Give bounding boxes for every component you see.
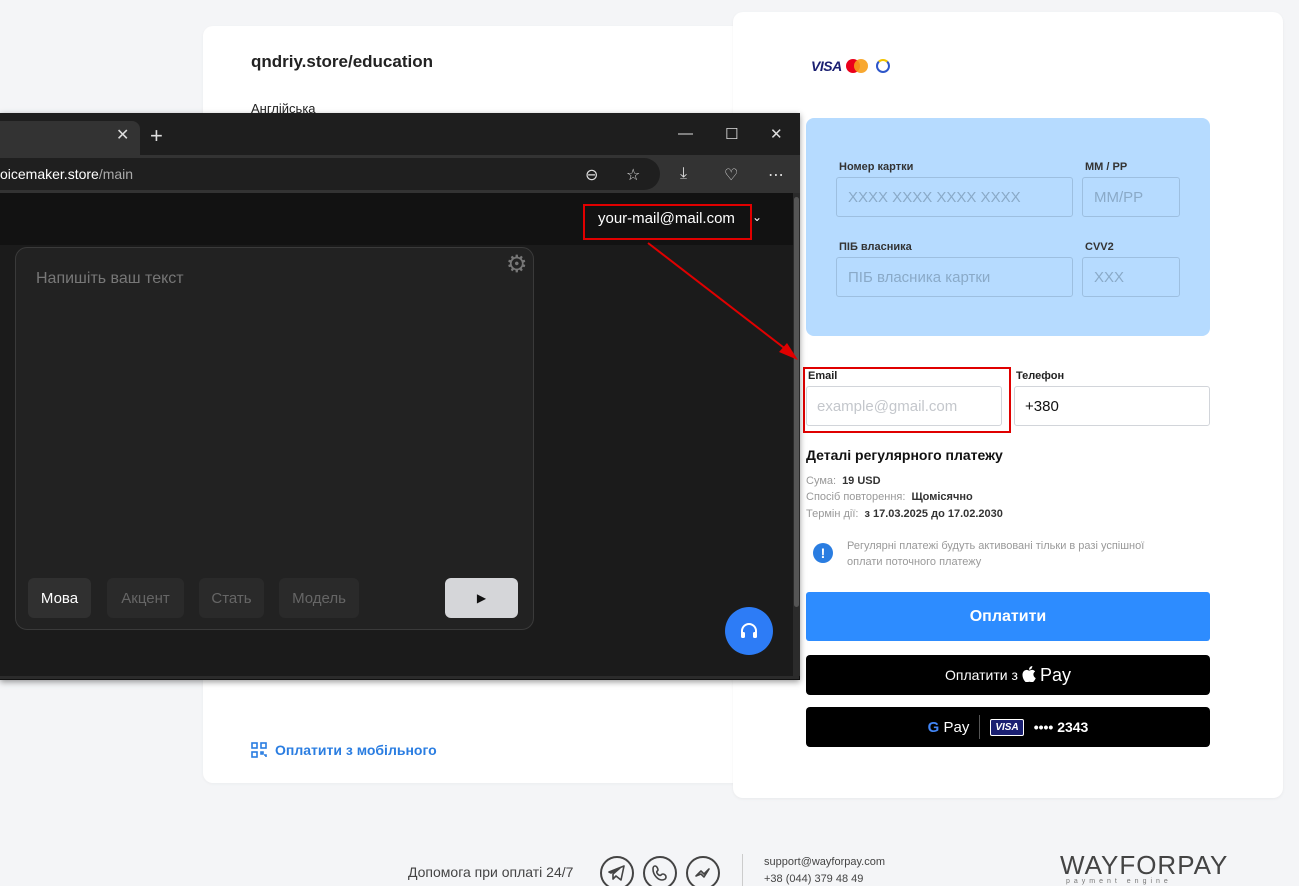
term-row: Термін дії: з 17.03.2025 до 17.02.2030 [806, 508, 1003, 520]
headset-icon [741, 623, 757, 638]
wayforpay-logo: WAYFORPAY [1060, 850, 1229, 880]
recurring-notice: ! Регулярні платежі будуть активовані ті… [813, 538, 1173, 570]
prostir-logo [875, 59, 890, 73]
google-pay-divider [979, 715, 981, 739]
download-icon[interactable]: ⤓ [680, 165, 687, 183]
cvv-input[interactable]: XXX [1082, 257, 1180, 297]
visa-logo: VISA [811, 58, 842, 74]
footer-social-icons [600, 856, 720, 886]
apple-pay-word: Pay [1039, 664, 1071, 685]
apple-pay-prefix: Оплатити з [945, 667, 1018, 683]
support-headset-button[interactable] [725, 607, 773, 655]
qr-code-icon [251, 742, 267, 758]
url-path: /main [98, 166, 134, 182]
app-header: your-mail@mail.com ⌄ [0, 193, 793, 245]
masked-card-number: •••• 2343 [1033, 719, 1089, 735]
pay-from-mobile-label: Оплатити з мобільного [275, 742, 437, 758]
scroll-thumb[interactable] [794, 197, 799, 607]
chevron-down-icon[interactable]: ⌄ [752, 210, 762, 224]
notice-text: Регулярні платежі будуть активовані тіль… [847, 540, 1145, 568]
term-label: Термін дії: [806, 508, 859, 520]
close-window-icon[interactable]: ✕ [770, 125, 783, 143]
editor-placeholder: Напишіть ваш текст [36, 270, 184, 287]
card-holder-input[interactable]: ПІБ власника картки [836, 257, 1073, 297]
address-bar[interactable]: oicemaker.store/main [0, 158, 660, 190]
google-g-icon: G [927, 718, 940, 736]
url-host: oicemaker.store [0, 166, 99, 182]
footer-separator [742, 854, 743, 886]
card-details-panel: Номер картки XXXX XXXX XXXX XXXX ММ / РР… [806, 118, 1210, 336]
play-button[interactable]: ▶ [445, 578, 518, 618]
support-email[interactable]: support@wayforpay.com [764, 856, 885, 868]
language-button[interactable]: Мова [28, 578, 91, 618]
user-email-highlight-box [583, 204, 752, 240]
text-editor[interactable]: Напишіть ваш текст ⚙ Мова Акцент Стать М… [15, 247, 534, 630]
gender-button[interactable]: Стать [199, 578, 264, 618]
email-highlight-box [803, 367, 1011, 433]
maximize-icon[interactable]: ☐ [725, 125, 738, 143]
pay-from-mobile-link[interactable]: Оплатити з мобільного [251, 742, 437, 758]
favorite-star-icon[interactable]: ☆ [626, 165, 640, 185]
app-scrollbar[interactable] [793, 193, 800, 676]
card-brand-logos: VISA [811, 58, 890, 74]
repeat-label: Спосіб повторення: [806, 491, 906, 503]
visa-chip: VISA [990, 718, 1024, 736]
amount-row: Сума: 19 USD [806, 475, 881, 487]
viber-icon[interactable] [643, 856, 677, 886]
gear-icon[interactable]: ⚙ [506, 250, 528, 279]
exclamation-icon: ! [813, 543, 833, 563]
payment-card: VISA Номер картки XXXX XXXX XXXX XXXX ММ… [733, 12, 1283, 798]
google-pay-word: Pay [943, 718, 970, 736]
phone-label: Телефон [1016, 370, 1065, 382]
google-pay-logo: G Pay [928, 719, 970, 736]
card-holder-label: ПІБ власника [839, 241, 912, 253]
new-tab-icon[interactable]: + [150, 123, 163, 149]
phone-input[interactable]: +380 [1014, 386, 1210, 426]
recurring-details-title: Деталі регулярного платежу [806, 447, 1003, 463]
merchant-title: qndriy.store/education [251, 52, 433, 71]
term-value: з 17.03.2025 до 17.02.2030 [864, 508, 1003, 520]
browser-tab-bar: ✕ + — ☐ ✕ [0, 113, 800, 155]
card-number-label: Номер картки [839, 161, 914, 173]
footer-help-text: Допомога при оплаті 24/7 [408, 864, 574, 880]
apple-pay-button[interactable]: Оплатити з Pay [806, 655, 1210, 695]
mastercard-logo [845, 59, 868, 73]
pay-button[interactable]: Оплатити [806, 592, 1210, 641]
cvv-label: CVV2 [1085, 241, 1114, 253]
google-pay-button[interactable]: G Pay VISA •••• 2343 [806, 707, 1210, 747]
apple-icon [1022, 665, 1036, 685]
wayforpay-tagline: payment engine [1066, 878, 1172, 885]
amount-label: Сума: [806, 475, 837, 487]
expiry-input[interactable]: ММ/РР [1082, 177, 1180, 217]
model-button[interactable]: Модель [279, 578, 359, 618]
health-icon[interactable]: ♡ [724, 165, 738, 185]
accent-button[interactable]: Акцент [107, 578, 184, 618]
web-app: your-mail@mail.com ⌄ Напишіть ваш текст … [0, 193, 793, 676]
minimize-icon[interactable]: — [678, 125, 693, 142]
browser-window: ✕ + — ☐ ✕ oicemaker.store/main ⊖ ☆ ⤓ ♡ ⋯… [0, 113, 800, 680]
play-icon: ▶ [476, 591, 487, 605]
repeat-value: Щомісячно [911, 491, 973, 503]
messenger-icon[interactable] [686, 856, 720, 886]
more-page-icon[interactable]: ⊖ [585, 165, 598, 185]
tab-close-icon[interactable]: ✕ [116, 125, 129, 145]
support-phone[interactable]: +38 (044) 379 48 49 [764, 873, 863, 885]
browser-toolbar: oicemaker.store/main ⊖ ☆ ⤓ ♡ ⋯ [0, 155, 800, 193]
card-number-input[interactable]: XXXX XXXX XXXX XXXX [836, 177, 1073, 217]
telegram-icon[interactable] [600, 856, 634, 886]
menu-dots-icon[interactable]: ⋯ [768, 165, 784, 185]
repeat-row: Спосіб повторення: Щомісячно [806, 491, 973, 503]
amount-value: 19 USD [842, 475, 881, 487]
expiry-label: ММ / РР [1085, 161, 1128, 173]
